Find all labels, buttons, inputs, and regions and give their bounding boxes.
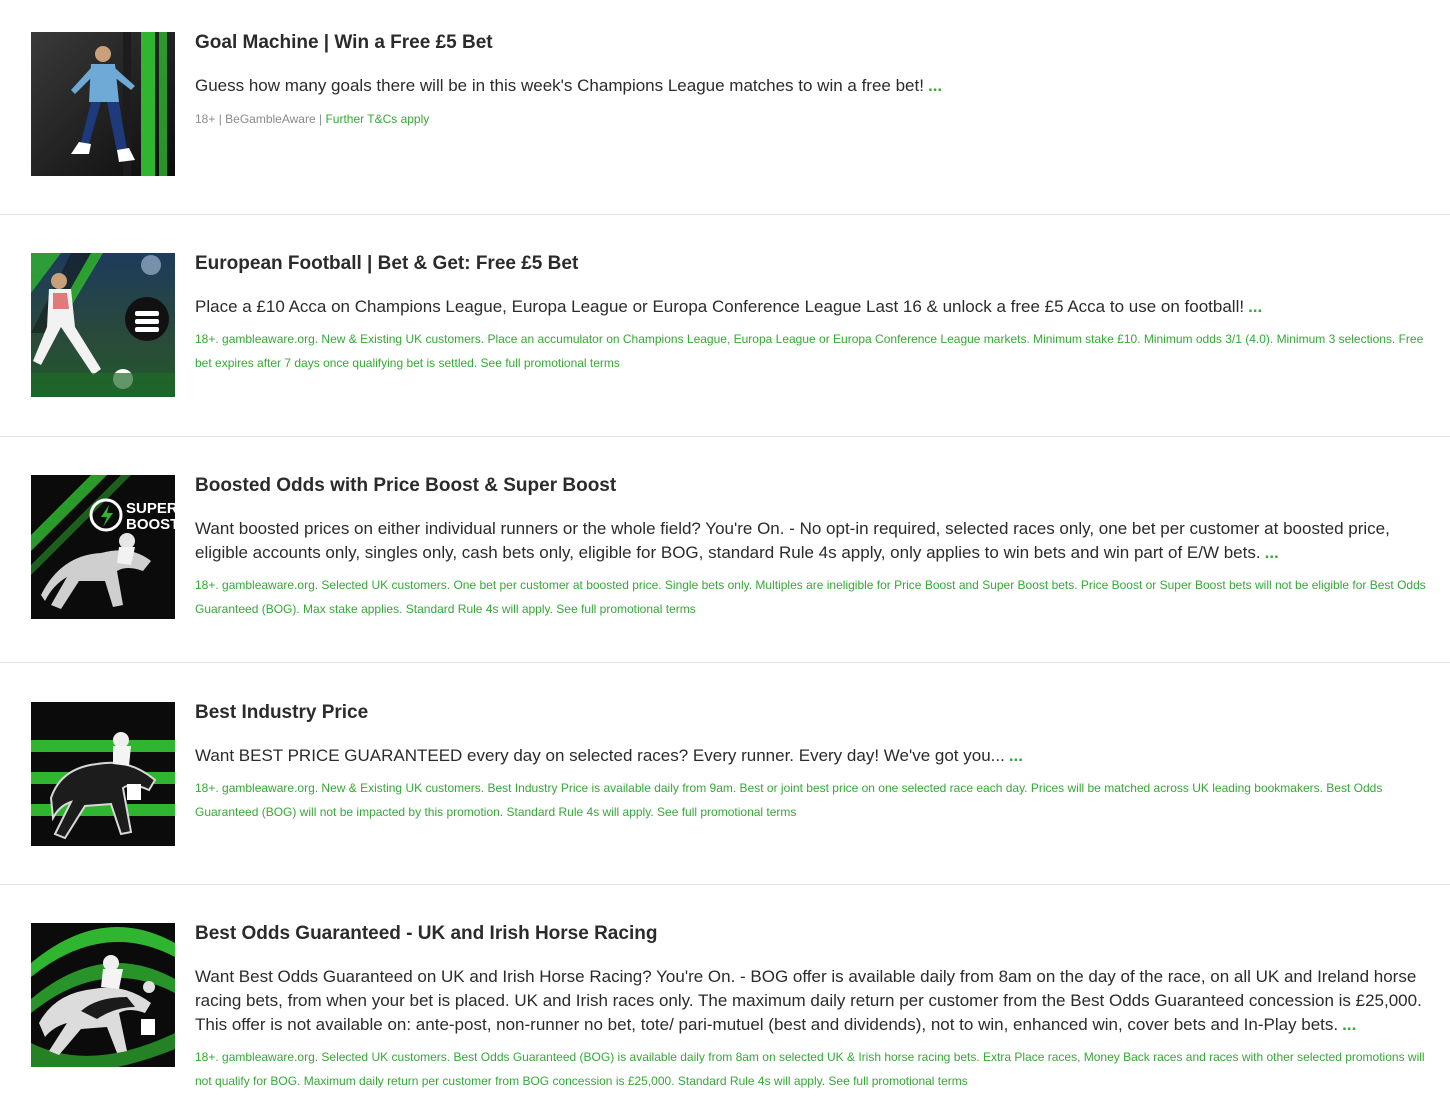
terms-text: 18+. gambleaware.org. Selected UK custom…: [195, 578, 1426, 616]
super-boost-badge-line1: SUPER: [126, 500, 175, 517]
racehorse-image[interactable]: [31, 702, 175, 846]
promo-terms: 18+. gambleaware.org. New & Existing UK …: [195, 327, 1426, 375]
promo-title[interactable]: Boosted Odds with Price Boost & Super Bo…: [195, 474, 1426, 498]
read-more-link[interactable]: ...: [1342, 1015, 1356, 1034]
promo-description-text: Place a £10 Acca on Champions League, Eu…: [195, 297, 1245, 316]
promo-terms: 18+ | BeGambleAware | Further T&Cs apply: [195, 107, 1426, 131]
promo-description: Want BEST PRICE GUARANTEED every day on …: [195, 744, 1426, 768]
super-boost-badge-line2: BOOST: [126, 516, 175, 533]
promo-terms: 18+. gambleaware.org. New & Existing UK …: [195, 776, 1426, 824]
full-terms-link[interactable]: See full promotional terms: [828, 1074, 967, 1088]
promo-title[interactable]: Goal Machine | Win a Free £5 Bet: [195, 31, 1426, 55]
terms-text: 18+. gambleaware.org. New & Existing UK …: [195, 332, 1424, 370]
terms-separator: |: [215, 112, 226, 126]
promo-title[interactable]: Best Odds Guaranteed - UK and Irish Hors…: [195, 922, 1426, 946]
footballer-celebrating-image[interactable]: [31, 32, 175, 176]
promo-card[interactable]: Best Industry Price Want BEST PRICE GUAR…: [0, 663, 1450, 885]
promo-description-text: Want boosted prices on either individual…: [195, 519, 1390, 562]
promo-card[interactable]: SUPER BOOST Boosted Odds with Price Boos…: [0, 437, 1450, 663]
promo-card[interactable]: European Football | Bet & Get: Free £5 B…: [0, 215, 1450, 437]
promo-description-text: Guess how many goals there will be in th…: [195, 76, 924, 95]
promo-description: Guess how many goals there will be in th…: [195, 74, 1426, 98]
promo-terms: 18+. gambleaware.org. Selected UK custom…: [195, 1045, 1426, 1093]
promo-title[interactable]: Best Industry Price: [195, 701, 1426, 725]
read-more-link[interactable]: ...: [1248, 297, 1262, 316]
promo-card[interactable]: Best Odds Guaranteed - UK and Irish Hors…: [0, 885, 1450, 1118]
promo-card[interactable]: Goal Machine | Win a Free £5 Bet Guess h…: [0, 0, 1450, 215]
read-more-link[interactable]: ...: [928, 76, 942, 95]
full-terms-link[interactable]: See full promotional terms: [556, 602, 695, 616]
super-boost-horse-image[interactable]: SUPER BOOST: [31, 475, 175, 619]
read-more-link[interactable]: ...: [1265, 543, 1279, 562]
promo-description-text: Want BEST PRICE GUARANTEED every day on …: [195, 746, 1005, 765]
begambleaware-text: BeGambleAware: [225, 112, 316, 126]
read-more-link[interactable]: ...: [1009, 746, 1023, 765]
promo-terms: 18+. gambleaware.org. Selected UK custom…: [195, 573, 1426, 621]
age-restriction: 18+: [195, 112, 216, 126]
promo-description-text: Want Best Odds Guaranteed on UK and Iris…: [195, 967, 1422, 1034]
horse-race-image[interactable]: [31, 923, 175, 1067]
terms-text: 18+. gambleaware.org. Selected UK custom…: [195, 1050, 1425, 1088]
promotions-list: Goal Machine | Win a Free £5 Bet Guess h…: [0, 0, 1450, 1118]
terms-separator: |: [315, 112, 326, 126]
promo-title[interactable]: European Football | Bet & Get: Free £5 B…: [195, 252, 1426, 276]
full-terms-link[interactable]: See full promotional terms: [657, 805, 796, 819]
promo-description: Want Best Odds Guaranteed on UK and Iris…: [195, 965, 1426, 1037]
promo-description: Want boosted prices on either individual…: [195, 517, 1426, 565]
promo-description: Place a £10 Acca on Champions League, Eu…: [195, 295, 1426, 319]
full-terms-link[interactable]: See full promotional terms: [481, 356, 620, 370]
further-tcs-link[interactable]: Further T&Cs apply: [325, 112, 429, 126]
footballer-kicking-image[interactable]: [31, 253, 175, 397]
